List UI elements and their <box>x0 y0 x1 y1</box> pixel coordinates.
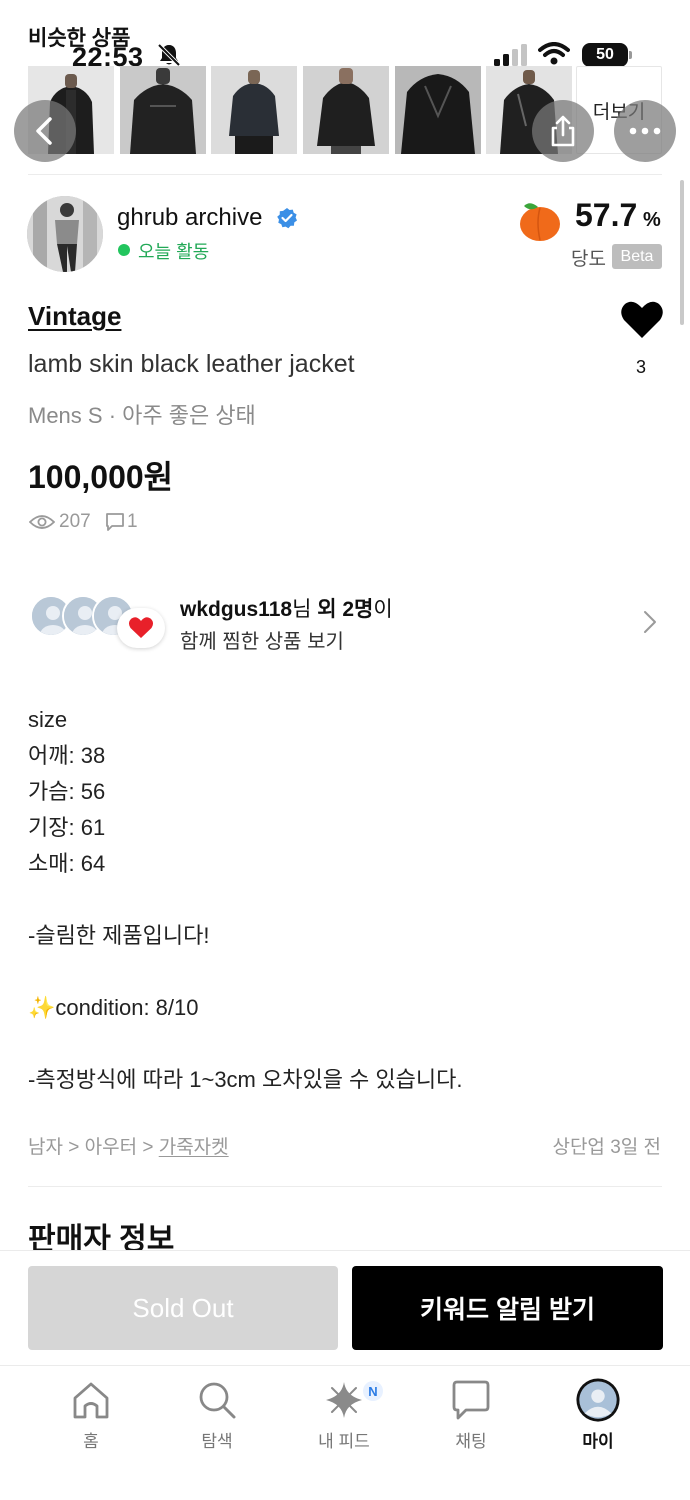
bump-time: 상단업 3일 전 <box>552 1137 661 1158</box>
ellipsis-icon <box>629 127 661 135</box>
heart-icon[interactable] <box>620 300 664 340</box>
back-button[interactable] <box>14 100 76 162</box>
red-heart-icon <box>128 617 154 638</box>
battery-icon: 50 <box>582 43 628 67</box>
home-icon <box>73 1382 109 1419</box>
sparkle-icon <box>326 1382 362 1418</box>
seller-name[interactable]: ghrub archive <box>117 204 262 232</box>
similar-product-thumb[interactable] <box>211 66 297 154</box>
wish-others: 외 2명 <box>317 598 374 621</box>
wish-together-summary[interactable]: wkdgus118님 외 2명이 <box>180 593 393 623</box>
chevron-left-icon <box>36 117 52 145</box>
tab-my[interactable]: 마이 <box>548 1377 648 1467</box>
jacket-photo-icon <box>303 66 389 154</box>
wifi-icon <box>538 42 570 65</box>
tab-my-feed-label: 내 피드 <box>318 1432 370 1451</box>
profile-icon <box>576 1378 620 1422</box>
sweetness-score: 57.7 <box>575 197 638 233</box>
product-description: size 어깨: 38 가슴: 56 기장: 61 소매: 64 -슬림한 제품… <box>28 707 463 1092</box>
search-icon <box>199 1382 236 1419</box>
breadcrumb: 남자 > 아우터 > 가죽자켓 <box>28 1132 229 1159</box>
seller-photo-icon <box>27 196 103 272</box>
divider <box>28 174 662 175</box>
eye-icon <box>29 515 55 529</box>
sold-out-button[interactable]: Sold Out <box>28 1266 338 1350</box>
like-count: 3 <box>636 357 647 377</box>
jacket-photo-icon <box>120 66 206 154</box>
divider <box>28 1186 662 1187</box>
sweetness-label: 당도 <box>571 249 606 270</box>
similar-product-thumb[interactable] <box>120 66 206 154</box>
wish-together-link[interactable]: 함께 찜한 상품 보기 <box>180 625 344 654</box>
keyword-alert-button[interactable]: 키워드 알림 받기 <box>352 1266 663 1350</box>
product-size-condition: Mens S · 아주 좋은 상태 <box>28 403 256 428</box>
wish-suffix: 님 <box>292 598 318 621</box>
tab-search[interactable]: 탐색 <box>167 1377 267 1467</box>
category-path-prefix: 남자 > 아우터 > <box>28 1137 159 1158</box>
bell-muted-icon <box>157 43 181 67</box>
chevron-right-icon[interactable] <box>640 609 660 635</box>
more-options-button[interactable] <box>614 100 676 162</box>
jacket-photo-icon <box>395 66 481 154</box>
comment-icon <box>106 513 124 531</box>
share-button[interactable] <box>532 100 594 162</box>
share-icon <box>551 115 575 147</box>
scrollbar[interactable] <box>680 180 684 325</box>
wish-suffix-2: 이 <box>373 598 393 621</box>
tab-home[interactable]: 홈 <box>41 1377 141 1467</box>
tab-chat-label: 채팅 <box>455 1432 487 1451</box>
tab-search-label: 탐색 <box>201 1432 233 1451</box>
tab-home-label: 홈 <box>83 1432 99 1451</box>
similar-product-thumb[interactable] <box>303 66 389 154</box>
new-badge: N <box>363 1381 383 1401</box>
sweetness-score-unit: % <box>643 209 661 231</box>
seller-activity: 오늘 활동 <box>138 242 210 262</box>
verified-badge-icon <box>277 208 297 229</box>
product-title: lamb skin black leather jacket <box>28 350 355 378</box>
online-status-dot <box>118 244 130 256</box>
category-link[interactable]: 가죽자켓 <box>159 1137 229 1158</box>
view-count: 207 <box>59 511 91 532</box>
cellular-signal-icon <box>494 44 527 66</box>
comment-count: 1 <box>127 511 138 532</box>
battery-cap <box>629 51 632 59</box>
tab-chat[interactable]: 채팅 <box>421 1377 521 1467</box>
product-price: 100,000원 <box>28 459 174 495</box>
beta-badge: Beta <box>612 244 662 269</box>
brand-link[interactable]: Vintage <box>28 301 121 332</box>
jacket-photo-icon <box>211 66 297 154</box>
similar-product-thumb[interactable] <box>395 66 481 154</box>
wish-user: wkdgus118 <box>180 598 293 621</box>
chat-icon <box>452 1380 490 1420</box>
tab-my-label: 마이 <box>582 1432 614 1451</box>
peach-icon <box>520 203 560 241</box>
heart-badge <box>117 608 165 648</box>
seller-avatar[interactable] <box>27 196 103 272</box>
